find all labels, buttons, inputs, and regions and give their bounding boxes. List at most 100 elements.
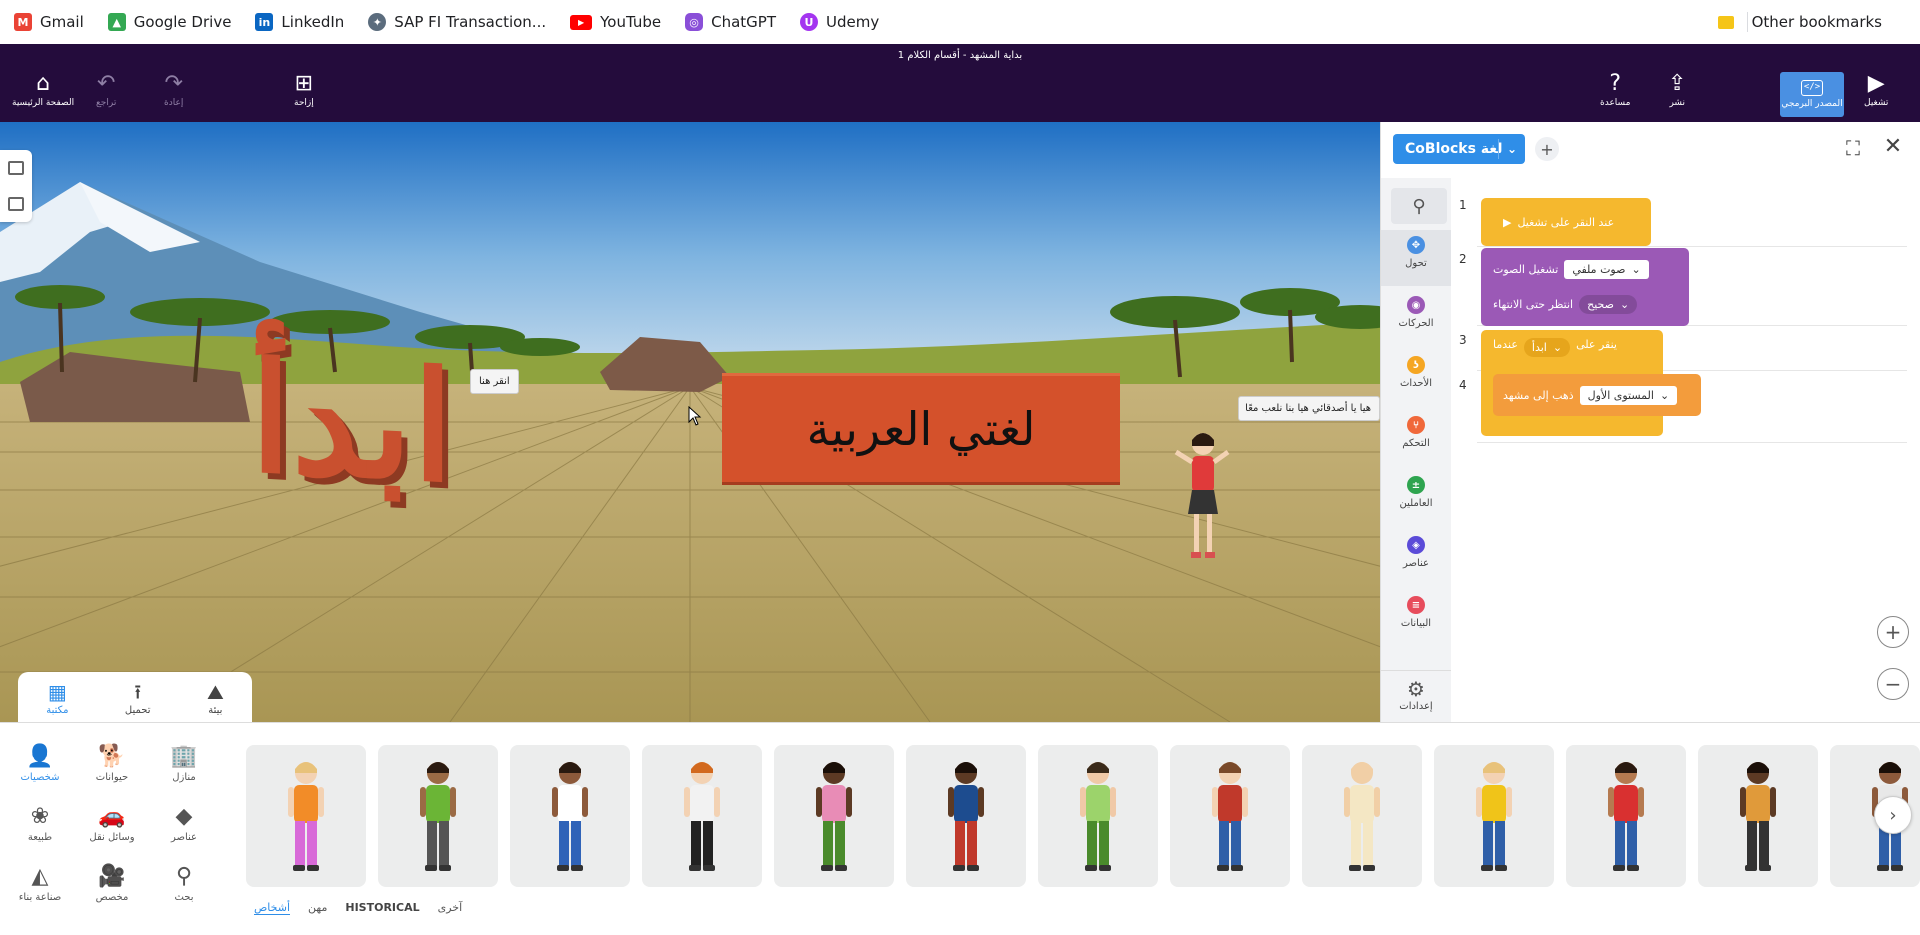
category-building-kit[interactable]: ◭ صناعة بناء	[10, 865, 70, 904]
character-card[interactable]	[510, 745, 630, 887]
block-categories: ⚲ ✥ تحول ◉ الحركات ʖ الأحداث ⑂ التحكم ± …	[1381, 178, 1451, 722]
wait-label: انتظر حتى الانتهاء	[1493, 298, 1574, 311]
sub-tab-people[interactable]: أشخاص	[254, 901, 291, 915]
control-icon: ⑂	[1407, 416, 1425, 434]
category-label: تحول	[1405, 258, 1427, 269]
character-card[interactable]	[378, 745, 498, 887]
abda-3d-text[interactable]: ابدأ	[250, 330, 454, 517]
go-to-scene-block[interactable]: ذهب إلى مشهد المستوى الأول ⌄	[1493, 374, 1701, 416]
other-bookmarks[interactable]: Other bookmarks	[1717, 0, 1882, 44]
sound-dropdown[interactable]: صوت ملفي ⌄	[1564, 260, 1649, 279]
object-dropdown[interactable]: ابدأ ⌄	[1523, 338, 1571, 357]
share-button[interactable]: ⇪ نشر	[1668, 72, 1686, 109]
category-operators[interactable]: ± العاملين	[1381, 470, 1451, 526]
when-play-block[interactable]: ▶ عند النقر على تشغيل	[1481, 198, 1651, 246]
character-card[interactable]	[246, 745, 366, 887]
zoom-out-button[interactable]: −	[1877, 668, 1909, 700]
character-card[interactable]	[774, 745, 894, 887]
home-button[interactable]: ⌂ الصفحة الرئيسية	[12, 72, 74, 109]
move-icon: ✥	[1407, 236, 1425, 254]
code-button[interactable]: </> المصدر البرمجي	[1780, 72, 1844, 117]
share-label: نشر	[1669, 98, 1685, 108]
code-workspace[interactable]: 1 2 3 4 ▶ عند النقر على تشغيل تشغيل الصو…	[1451, 178, 1920, 722]
fullscreen-button[interactable]: ⛶	[1841, 136, 1865, 160]
sub-tab-other[interactable]: آخرى	[438, 901, 463, 915]
category-items[interactable]: ◆ عناصر	[154, 805, 214, 844]
line-number: 1	[1459, 198, 1467, 212]
title-board[interactable]: لغتي العربية	[722, 373, 1120, 485]
udemy-icon: U	[800, 13, 818, 31]
character-card[interactable]	[642, 745, 762, 887]
category-data[interactable]: ≡ البيانات	[1381, 590, 1451, 646]
events-icon: ʖ	[1407, 356, 1425, 374]
category-characters[interactable]: 👤 شخصيات	[10, 745, 70, 784]
grid-icon: ⊞	[294, 71, 314, 96]
language-label: CoBlocks لغة	[1405, 141, 1503, 157]
bookmark-chatgpt[interactable]: ◎ ChatGPT	[685, 13, 776, 31]
bookmark-label: Gmail	[40, 13, 84, 31]
category-animals[interactable]: 🐕 حيوانات	[82, 745, 142, 784]
wait-dropdown[interactable]: صحيح ⌄	[1579, 295, 1638, 314]
character-card[interactable]	[1302, 745, 1422, 887]
code-label: المصدر البرمجي	[1781, 99, 1843, 109]
scene-character[interactable]	[1168, 422, 1238, 582]
add-tab-button[interactable]: +	[1535, 137, 1559, 161]
character-card[interactable]	[906, 745, 1026, 887]
close-panel-button[interactable]: ✕	[1881, 134, 1905, 159]
line-number: 4	[1459, 378, 1467, 392]
category-transport[interactable]: 🚗 وسائل نقل	[82, 805, 142, 844]
category-items[interactable]: ◈ عناصر	[1381, 530, 1451, 586]
character-card[interactable]	[1170, 745, 1290, 887]
bookmark-youtube[interactable]: ▶ YouTube	[570, 13, 661, 31]
next-page-button[interactable]: ›	[1874, 796, 1912, 834]
category-label: بحث	[174, 892, 194, 903]
bookmark-linkedin[interactable]: in LinkedIn	[255, 13, 344, 31]
redo-button[interactable]: ↷ إعادة	[164, 72, 183, 109]
category-search[interactable]: ⚲ بحث	[154, 865, 214, 904]
category-animations[interactable]: ◉ الحركات	[1381, 290, 1451, 346]
category-transform[interactable]: ✥ تحول	[1381, 230, 1451, 286]
plus-icon: +	[1884, 620, 1902, 644]
bookmark-sap[interactable]: ✦ SAP FI Transaction...	[368, 13, 546, 31]
tab-label: تحميل	[124, 704, 151, 716]
gear-icon: ⚙	[1407, 677, 1425, 701]
bookmark-google-drive[interactable]: ▲ Google Drive	[107, 13, 231, 31]
category-buildings[interactable]: 🏢 منازل	[154, 744, 214, 784]
character-card[interactable]	[1698, 745, 1818, 887]
add-button[interactable]: ⊞ إزاحة	[294, 71, 314, 109]
list-icon[interactable]	[8, 197, 24, 211]
language-select[interactable]: CoBlocks لغة ⌄	[1393, 134, 1525, 164]
zoom-in-button[interactable]: +	[1877, 616, 1909, 648]
character-card[interactable]	[1038, 745, 1158, 887]
category-label: البيانات	[1400, 618, 1432, 629]
play-button[interactable]: ▶ تشغيل	[1864, 72, 1888, 109]
category-custom[interactable]: 🎥 مخصص	[82, 865, 142, 904]
category-control[interactable]: ⑂ التحكم	[1381, 410, 1451, 466]
gallery-icon[interactable]	[8, 161, 24, 175]
tab-upload[interactable]: ⭱ تحميل	[125, 681, 151, 716]
search-icon: ⚲	[1412, 195, 1426, 217]
category-events[interactable]: ʖ الأحداث	[1381, 350, 1451, 406]
category-nature[interactable]: ❀ طبيعة	[10, 805, 70, 844]
category-label: شخصيات	[20, 772, 60, 783]
help-button[interactable]: ? مساعدة	[1600, 72, 1631, 109]
tab-library[interactable]: ▦ مكتبة	[46, 681, 68, 716]
eye-icon: ◉	[1407, 296, 1425, 314]
bookmark-gmail[interactable]: M Gmail	[14, 13, 84, 31]
bookmark-label: YouTube	[600, 13, 662, 31]
block-search-button[interactable]: ⚲	[1391, 188, 1447, 224]
settings-button[interactable]: ⚙ إعدادات	[1381, 670, 1451, 722]
character-card[interactable]	[1434, 745, 1554, 887]
scene-viewport[interactable]: ابدأ انقر هنا لغتي العربية هيا يا أصدقائ…	[0, 122, 1380, 722]
sub-tab-historical[interactable]: HISTORICAL	[345, 901, 419, 915]
help-label: مساعدة	[1600, 98, 1631, 108]
character-card[interactable]	[1566, 745, 1686, 887]
building-icon: 🏢	[170, 744, 198, 769]
play-sound-block[interactable]: تشغيل الصوت صوت ملفي ⌄ انتظر حتى الانتهاء…	[1481, 248, 1689, 326]
undo-button[interactable]: ↶ تراجع	[96, 72, 116, 109]
category-label: منازل	[172, 772, 196, 783]
sub-tab-professions[interactable]: مهن	[308, 901, 327, 915]
bookmark-udemy[interactable]: U Udemy	[800, 13, 879, 31]
scene-dropdown[interactable]: المستوى الأول ⌄	[1579, 385, 1678, 405]
tab-environment[interactable]: ⛰ بيئة	[207, 681, 224, 716]
